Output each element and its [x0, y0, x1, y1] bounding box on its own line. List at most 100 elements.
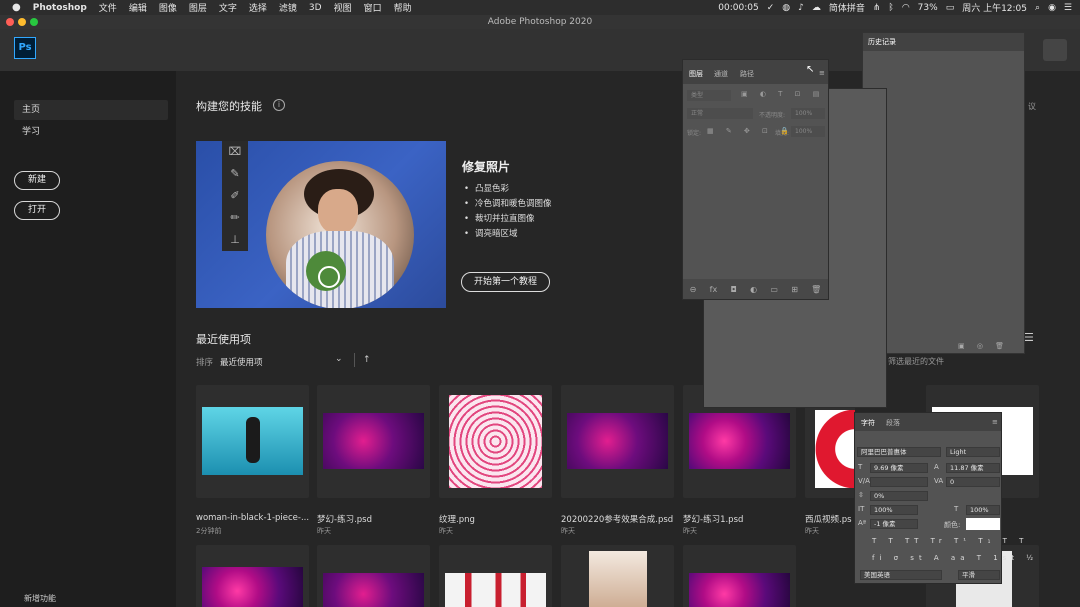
- link-layers-icon[interactable]: ⊖: [690, 285, 697, 294]
- history-footer-icons[interactable]: ▣ ◎ 🗑: [958, 342, 1009, 350]
- fill-field[interactable]: 100%: [791, 126, 825, 137]
- menu-help[interactable]: 帮助: [394, 1, 412, 14]
- file-name[interactable]: 纹理.png: [439, 513, 552, 525]
- siri-icon[interactable]: ◉: [1048, 3, 1056, 13]
- font-size-field[interactable]: 9.69 像素: [870, 463, 928, 473]
- menu-image[interactable]: 图像: [159, 1, 177, 14]
- new-layer-icon[interactable]: ⊞: [791, 285, 798, 294]
- chevron-down-icon[interactable]: ⌄: [335, 354, 343, 364]
- language-select[interactable]: 美国英语: [860, 570, 942, 580]
- font-style-select[interactable]: Light: [946, 447, 1000, 457]
- file-name[interactable]: woman-in-black-1-piece-...: [196, 513, 309, 523]
- blend-mode-select[interactable]: 正常: [687, 108, 753, 119]
- apple-icon[interactable]: ●: [12, 2, 21, 13]
- info-icon[interactable]: i: [273, 99, 285, 111]
- menu-clock[interactable]: 周六 上午12:05: [962, 1, 1027, 14]
- panel-menu-icon[interactable]: ≡: [819, 69, 825, 77]
- recent-file-card[interactable]: [561, 385, 674, 498]
- recent-file-card[interactable]: [683, 545, 796, 607]
- sort-direction-icon[interactable]: ↑: [363, 355, 371, 365]
- tracking-field[interactable]: 0: [946, 477, 1000, 487]
- menu-window[interactable]: 窗口: [364, 1, 382, 14]
- text-color-swatch[interactable]: [966, 518, 1000, 530]
- start-tutorial-button[interactable]: 开始第一个教程: [461, 272, 550, 292]
- tab-paragraph[interactable]: 段落: [886, 418, 900, 428]
- antialias-select[interactable]: 平滑: [958, 570, 1000, 580]
- menu-file[interactable]: 文件: [99, 1, 117, 14]
- wifi-icon[interactable]: ◠: [902, 3, 910, 13]
- menu-layer[interactable]: 图层: [189, 1, 207, 14]
- file-name[interactable]: 梦幻-练习1.psd: [683, 513, 796, 525]
- menu-type[interactable]: 文字: [219, 1, 237, 14]
- font-family-select[interactable]: 阿里巴巴普惠体: [857, 447, 941, 457]
- history-tab[interactable]: 历史记录: [863, 33, 1024, 51]
- cloud-docs-button[interactable]: [1043, 39, 1067, 61]
- menu-select[interactable]: 选择: [249, 1, 267, 14]
- tab-channels[interactable]: 通道: [714, 69, 728, 79]
- zoom-window-icon[interactable]: [30, 18, 38, 26]
- sort-select[interactable]: 最近使用项: [220, 356, 263, 368]
- tsume-field[interactable]: 0%: [870, 491, 928, 501]
- list-icon[interactable]: ☰: [1064, 3, 1072, 13]
- tab-character[interactable]: 字符: [861, 418, 875, 428]
- opacity-field[interactable]: 100%: [791, 108, 825, 119]
- menu-view[interactable]: 视图: [334, 1, 352, 14]
- new-button[interactable]: 新建: [14, 171, 60, 190]
- bell-icon[interactable]: ♪: [798, 3, 804, 13]
- menu-app-name[interactable]: Photoshop: [33, 3, 87, 13]
- vertical-scale-field[interactable]: 100%: [870, 505, 918, 515]
- recent-file-card[interactable]: [317, 545, 430, 607]
- filter-placeholder[interactable]: 筛选最近的文件: [888, 356, 944, 367]
- file-name[interactable]: 西瓜视频.ps: [805, 513, 853, 525]
- panel-menu-icon[interactable]: ≡: [992, 418, 998, 426]
- baseline-field[interactable]: -1 像素: [870, 519, 918, 529]
- search-icon[interactable]: ⌕: [1035, 3, 1040, 13]
- horizontal-scale-field[interactable]: 100%: [966, 505, 1000, 515]
- battery-percent[interactable]: 73%: [918, 3, 938, 13]
- fx-icon[interactable]: fx: [710, 285, 718, 294]
- layer-filter-icons[interactable]: ▣ ◐ T ⊡ ▤: [741, 90, 824, 98]
- ps-logo[interactable]: Ps: [14, 37, 36, 59]
- folder-icon[interactable]: ▭: [770, 285, 778, 294]
- mask-icon[interactable]: ◘: [730, 285, 736, 294]
- file-time: 昨天: [317, 527, 331, 535]
- battery-icon[interactable]: ▭: [946, 3, 955, 13]
- kerning-field[interactable]: [870, 477, 928, 487]
- sidebar-item-learn[interactable]: 学习: [14, 122, 168, 142]
- recent-file-card[interactable]: [196, 385, 309, 498]
- input-method[interactable]: 简体拼音: [829, 1, 865, 14]
- recent-file-card[interactable]: [561, 545, 674, 607]
- tutorial-hero-image[interactable]: ⌧ ✎ ✐ ✏ ⊥: [196, 141, 446, 308]
- sidebar-item-home[interactable]: 主页: [14, 100, 168, 120]
- list-view-icon[interactable]: ☰: [1024, 331, 1034, 344]
- mac-menu-bar: ● Photoshop 文件 编辑 图像 图层 文字 选择 滤镜 3D 视图 窗…: [0, 0, 1080, 15]
- recent-file-card[interactable]: [439, 545, 552, 607]
- close-window-icon[interactable]: [6, 18, 14, 26]
- menu-filter[interactable]: 滤镜: [279, 1, 297, 14]
- leading-field[interactable]: 11.87 像素: [946, 463, 1000, 473]
- opentype-buttons[interactable]: fi σ st A aa T 1st ½: [872, 554, 1038, 562]
- recent-file-card[interactable]: [439, 385, 552, 498]
- layer-filter-select[interactable]: 类型: [687, 90, 731, 101]
- adjustment-icon[interactable]: ◐: [750, 285, 757, 294]
- new-features-link[interactable]: 新增功能: [24, 593, 56, 604]
- file-name[interactable]: 梦幻-练习.psd: [317, 513, 430, 525]
- tab-paths[interactable]: 路径: [740, 69, 754, 79]
- minimize-window-icon[interactable]: [18, 18, 26, 26]
- network-icon[interactable]: ⋔: [873, 3, 881, 13]
- bluetooth-icon[interactable]: ᛒ: [888, 3, 893, 13]
- file-name[interactable]: 20200220参考效果合成.psd: [561, 513, 679, 525]
- wechat-icon[interactable]: ◍: [782, 3, 790, 13]
- tab-layers[interactable]: 图层: [689, 69, 703, 79]
- trash-icon[interactable]: 🗑: [811, 285, 821, 294]
- timer-text[interactable]: 00:00:05: [718, 3, 758, 13]
- open-button[interactable]: 打开: [14, 201, 60, 220]
- layers-panel[interactable]: 图层 通道 路径 ≡ 类型 ▣ ◐ T ⊡ ▤ 正常 不透明度: 100% 锁定…: [682, 59, 829, 300]
- text-style-buttons[interactable]: T T TT Tr T¹ T₁ T T: [872, 537, 1028, 545]
- recent-file-card[interactable]: [196, 545, 309, 607]
- check-icon[interactable]: ✓: [767, 3, 775, 13]
- menu-edit[interactable]: 编辑: [129, 1, 147, 14]
- recent-file-card[interactable]: [317, 385, 430, 498]
- cloud-icon[interactable]: ☁: [812, 3, 821, 13]
- menu-3d[interactable]: 3D: [309, 3, 322, 13]
